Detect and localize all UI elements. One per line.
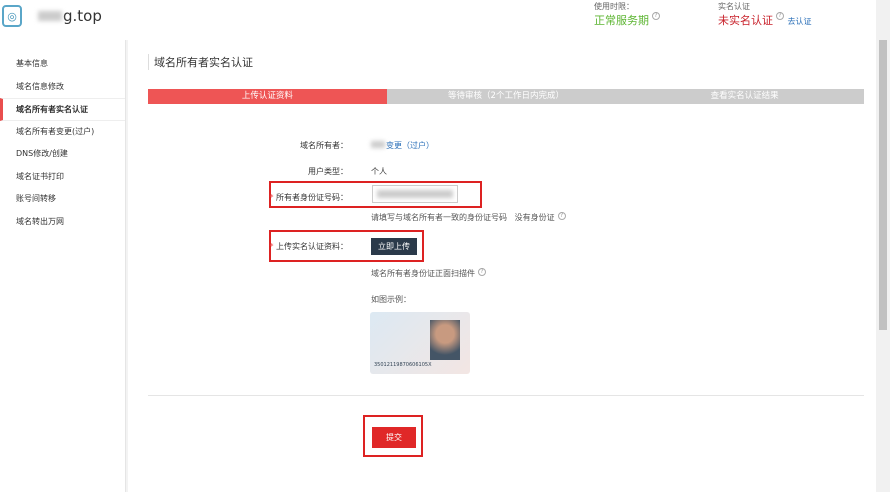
step-upload: 上传认证资料 (148, 89, 387, 104)
id-label: * 所有者身份证号码： (218, 192, 348, 203)
submit-button[interactable]: 提交 (372, 427, 416, 448)
example-label: 如图示例： (371, 295, 411, 304)
scrollbar-thumb[interactable] (879, 40, 887, 330)
sidebar-item-basic-info[interactable]: 基本信息 (0, 53, 125, 76)
help-icon[interactable]: ? (557, 212, 566, 220)
verify-link[interactable]: 去认证 (788, 17, 812, 26)
sidebar-item-account-transfer[interactable]: 账号间转移 (0, 188, 125, 211)
id-hint-text: 请填写与域名所有者一致的身份证号码 (371, 213, 507, 222)
user-type-value: 个人 (371, 167, 387, 176)
service-label: 使用时限： (594, 2, 634, 11)
example-id-number: 35012119870606105X (374, 362, 432, 368)
upload-hint: 域名所有者身份证正面扫描件? (371, 268, 486, 279)
domain-logo-icon: ◎ (2, 5, 22, 27)
id-hint: 请填写与域名所有者一致的身份证号码 没有身份证? (371, 212, 566, 223)
id-label-text: 所有者身份证号码： (276, 193, 348, 202)
domain-suffix: g.top (63, 7, 102, 25)
service-value: 正常服务期 (594, 14, 649, 27)
required-mark: * (269, 242, 274, 251)
id-card-example-image: 35012119870606105X (370, 312, 470, 374)
upload-button[interactable]: 立即上传 (371, 238, 417, 255)
change-owner-link[interactable]: 变更（过户） (386, 141, 434, 150)
service-status: 正常服务期? (594, 12, 660, 28)
sidebar-item-realname[interactable]: 域名所有者实名认证 (0, 98, 125, 121)
user-type-label: 用户类型： (308, 167, 348, 176)
domain-name: g.top (38, 7, 102, 25)
upload-label-text: 上传实名认证资料： (276, 242, 348, 251)
sidebar-item-certificate[interactable]: 域名证书打印 (0, 166, 125, 189)
step-result: 查看实名认证结果 (625, 89, 865, 104)
sidebar-item-transfer-owner[interactable]: 域名所有者变更(过户) (0, 121, 125, 144)
id-number-input[interactable] (372, 185, 458, 203)
divider (148, 395, 864, 396)
sidebar: 基本信息 域名信息修改 域名所有者实名认证 域名所有者变更(过户) DNS修改/… (0, 40, 126, 492)
sidebar-item-transfer-out[interactable]: 域名转出万网 (0, 211, 125, 234)
realname-status: 未实名认证? 去认证 (718, 12, 812, 28)
id-photo (430, 320, 460, 360)
help-icon[interactable]: ? (478, 268, 486, 276)
main-panel: 域名所有者实名认证 上传认证资料 等待审核（2个工作日内完成） 查看实名认证结果… (128, 40, 876, 492)
scrollbar[interactable] (876, 0, 890, 492)
sidebar-item-dns[interactable]: DNS修改/创建 (0, 143, 125, 166)
upload-hint-text: 域名所有者身份证正面扫描件 (371, 269, 475, 278)
help-icon[interactable]: ? (652, 12, 660, 20)
required-mark: * (269, 193, 274, 202)
step-review: 等待审核（2个工作日内完成） (386, 89, 626, 104)
page-title: 域名所有者实名认证 (148, 54, 253, 70)
help-icon[interactable]: ? (776, 12, 784, 20)
realname-label: 实名认证 (718, 2, 750, 11)
realname-value: 未实名认证 (718, 14, 773, 27)
owner-label: 域名所有者： (300, 141, 348, 150)
header: ◎ g.top 使用时限： 正常服务期? 实名认证 未实名认证? 去认证 (0, 0, 876, 40)
upload-label: * 上传实名认证资料： (218, 241, 348, 252)
sidebar-item-edit-info[interactable]: 域名信息修改 (0, 76, 125, 99)
no-id-link[interactable]: 没有身份证 (515, 213, 555, 222)
progress-steps: 上传认证资料 等待审核（2个工作日内完成） 查看实名认证结果 (148, 89, 865, 104)
